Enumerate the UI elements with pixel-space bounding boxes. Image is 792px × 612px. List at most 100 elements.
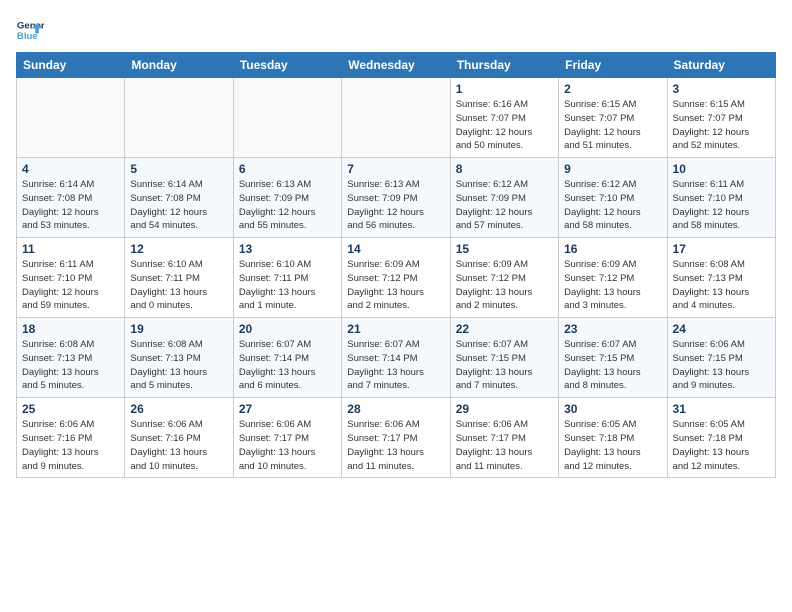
day-info: Sunrise: 6:13 AM Sunset: 7:09 PM Dayligh… bbox=[347, 178, 444, 233]
column-header-saturday: Saturday bbox=[667, 53, 775, 78]
calendar-cell: 10 Sunrise: 6:11 AM Sunset: 7:10 PM Dayli… bbox=[667, 158, 775, 238]
logo: General Blue bbox=[16, 16, 48, 44]
calendar-cell: 22 Sunrise: 6:07 AM Sunset: 7:15 PM Dayli… bbox=[450, 318, 558, 398]
day-number: 2 bbox=[564, 82, 661, 96]
day-number: 27 bbox=[239, 402, 336, 416]
calendar-cell: 15Sunrise: 6:09 AM Sunset: 7:12 PM Dayli… bbox=[450, 238, 558, 318]
day-info: Sunrise: 6:16 AM Sunset: 7:07 PM Dayligh… bbox=[456, 98, 553, 153]
day-info: Sunrise: 6:07 AM Sunset: 7:15 PM Dayligh… bbox=[564, 338, 661, 393]
page-header: General Blue bbox=[16, 16, 776, 44]
day-info: Sunrise: 6:10 AM Sunset: 7:11 PM Dayligh… bbox=[130, 258, 227, 313]
calendar-cell: 9Sunrise: 6:12 AM Sunset: 7:10 PM Daylig… bbox=[559, 158, 667, 238]
day-info: Sunrise: 6:06 AM Sunset: 7:15 PM Dayligh… bbox=[673, 338, 770, 393]
day-info: Sunrise: 6:07 AM Sunset: 7:15 PM Dayligh… bbox=[456, 338, 553, 393]
column-header-thursday: Thursday bbox=[450, 53, 558, 78]
calendar-cell: 11Sunrise: 6:11 AM Sunset: 7:10 PM Dayli… bbox=[17, 238, 125, 318]
calendar-cell bbox=[17, 78, 125, 158]
day-number: 4 bbox=[22, 162, 119, 176]
calendar-cell: 26 Sunrise: 6:06 AM Sunset: 7:16 PM Dayli… bbox=[125, 398, 233, 478]
day-info: Sunrise: 6:08 AM Sunset: 7:13 PM Dayligh… bbox=[130, 338, 227, 393]
day-info: Sunrise: 6:06 AM Sunset: 7:16 PM Dayligh… bbox=[130, 418, 227, 473]
day-info: Sunrise: 6:11 AM Sunset: 7:10 PM Dayligh… bbox=[673, 178, 770, 233]
calendar: SundayMondayTuesdayWednesdayThursdayFrid… bbox=[16, 52, 776, 478]
day-info: Sunrise: 6:09 AM Sunset: 7:12 PM Dayligh… bbox=[347, 258, 444, 313]
day-info: Sunrise: 6:07 AM Sunset: 7:14 PM Dayligh… bbox=[239, 338, 336, 393]
column-header-monday: Monday bbox=[125, 53, 233, 78]
calendar-cell: 4 Sunrise: 6:14 AM Sunset: 7:08 PM Daylig… bbox=[17, 158, 125, 238]
calendar-cell: 18 Sunrise: 6:08 AM Sunset: 7:13 PM Dayli… bbox=[17, 318, 125, 398]
day-number: 30 bbox=[564, 402, 661, 416]
calendar-cell: 1 Sunrise: 6:16 AM Sunset: 7:07 PM Daylig… bbox=[450, 78, 558, 158]
calendar-cell: 27 Sunrise: 6:06 AM Sunset: 7:17 PM Dayli… bbox=[233, 398, 341, 478]
calendar-cell: 13 Sunrise: 6:10 AM Sunset: 7:11 PM Dayli… bbox=[233, 238, 341, 318]
day-info: Sunrise: 6:05 AM Sunset: 7:18 PM Dayligh… bbox=[673, 418, 770, 473]
day-number: 26 bbox=[130, 402, 227, 416]
day-info: Sunrise: 6:05 AM Sunset: 7:18 PM Dayligh… bbox=[564, 418, 661, 473]
calendar-cell: 8Sunrise: 6:12 AM Sunset: 7:09 PM Daylig… bbox=[450, 158, 558, 238]
calendar-cell: 16 Sunrise: 6:09 AM Sunset: 7:12 PM Dayli… bbox=[559, 238, 667, 318]
day-number: 1 bbox=[456, 82, 553, 96]
day-number: 6 bbox=[239, 162, 336, 176]
calendar-cell: 25Sunrise: 6:06 AM Sunset: 7:16 PM Dayli… bbox=[17, 398, 125, 478]
day-number: 24 bbox=[673, 322, 770, 336]
day-info: Sunrise: 6:14 AM Sunset: 7:08 PM Dayligh… bbox=[22, 178, 119, 233]
calendar-cell: 7 Sunrise: 6:13 AM Sunset: 7:09 PM Daylig… bbox=[342, 158, 450, 238]
day-info: Sunrise: 6:06 AM Sunset: 7:16 PM Dayligh… bbox=[22, 418, 119, 473]
day-info: Sunrise: 6:08 AM Sunset: 7:13 PM Dayligh… bbox=[22, 338, 119, 393]
column-header-wednesday: Wednesday bbox=[342, 53, 450, 78]
day-number: 28 bbox=[347, 402, 444, 416]
day-number: 12 bbox=[130, 242, 227, 256]
calendar-cell: 14 Sunrise: 6:09 AM Sunset: 7:12 PM Dayli… bbox=[342, 238, 450, 318]
day-number: 29 bbox=[456, 402, 553, 416]
day-info: Sunrise: 6:13 AM Sunset: 7:09 PM Dayligh… bbox=[239, 178, 336, 233]
calendar-cell: 17 Sunrise: 6:08 AM Sunset: 7:13 PM Dayli… bbox=[667, 238, 775, 318]
calendar-cell bbox=[342, 78, 450, 158]
calendar-cell: 3Sunrise: 6:15 AM Sunset: 7:07 PM Daylig… bbox=[667, 78, 775, 158]
day-number: 13 bbox=[239, 242, 336, 256]
calendar-cell: 19 Sunrise: 6:08 AM Sunset: 7:13 PM Dayli… bbox=[125, 318, 233, 398]
svg-text:Blue: Blue bbox=[17, 31, 38, 42]
day-number: 16 bbox=[564, 242, 661, 256]
column-header-tuesday: Tuesday bbox=[233, 53, 341, 78]
day-info: Sunrise: 6:14 AM Sunset: 7:08 PM Dayligh… bbox=[130, 178, 227, 233]
calendar-week-4: 18 Sunrise: 6:08 AM Sunset: 7:13 PM Dayli… bbox=[17, 318, 776, 398]
day-info: Sunrise: 6:08 AM Sunset: 7:13 PM Dayligh… bbox=[673, 258, 770, 313]
day-number: 7 bbox=[347, 162, 444, 176]
day-info: Sunrise: 6:06 AM Sunset: 7:17 PM Dayligh… bbox=[347, 418, 444, 473]
day-number: 18 bbox=[22, 322, 119, 336]
calendar-cell: 23 Sunrise: 6:07 AM Sunset: 7:15 PM Dayli… bbox=[559, 318, 667, 398]
calendar-cell: 30 Sunrise: 6:05 AM Sunset: 7:18 PM Dayli… bbox=[559, 398, 667, 478]
day-info: Sunrise: 6:06 AM Sunset: 7:17 PM Dayligh… bbox=[239, 418, 336, 473]
day-info: Sunrise: 6:09 AM Sunset: 7:12 PM Dayligh… bbox=[564, 258, 661, 313]
logo-icon: General Blue bbox=[16, 16, 44, 44]
calendar-cell: 31 Sunrise: 6:05 AM Sunset: 7:18 PM Dayli… bbox=[667, 398, 775, 478]
day-info: Sunrise: 6:07 AM Sunset: 7:14 PM Dayligh… bbox=[347, 338, 444, 393]
calendar-cell: 29 Sunrise: 6:06 AM Sunset: 7:17 PM Dayli… bbox=[450, 398, 558, 478]
calendar-week-2: 4 Sunrise: 6:14 AM Sunset: 7:08 PM Daylig… bbox=[17, 158, 776, 238]
day-number: 19 bbox=[130, 322, 227, 336]
svg-text:General: General bbox=[17, 20, 44, 31]
day-number: 23 bbox=[564, 322, 661, 336]
calendar-cell: 2 Sunrise: 6:15 AM Sunset: 7:07 PM Daylig… bbox=[559, 78, 667, 158]
header-row: SundayMondayTuesdayWednesdayThursdayFrid… bbox=[17, 53, 776, 78]
calendar-week-3: 11Sunrise: 6:11 AM Sunset: 7:10 PM Dayli… bbox=[17, 238, 776, 318]
day-info: Sunrise: 6:06 AM Sunset: 7:17 PM Dayligh… bbox=[456, 418, 553, 473]
day-number: 31 bbox=[673, 402, 770, 416]
day-info: Sunrise: 6:11 AM Sunset: 7:10 PM Dayligh… bbox=[22, 258, 119, 313]
column-header-sunday: Sunday bbox=[17, 53, 125, 78]
day-number: 21 bbox=[347, 322, 444, 336]
calendar-cell bbox=[233, 78, 341, 158]
day-info: Sunrise: 6:15 AM Sunset: 7:07 PM Dayligh… bbox=[564, 98, 661, 153]
day-number: 17 bbox=[673, 242, 770, 256]
column-header-friday: Friday bbox=[559, 53, 667, 78]
day-number: 20 bbox=[239, 322, 336, 336]
calendar-cell: 20 Sunrise: 6:07 AM Sunset: 7:14 PM Dayli… bbox=[233, 318, 341, 398]
day-number: 3 bbox=[673, 82, 770, 96]
day-number: 8 bbox=[456, 162, 553, 176]
day-info: Sunrise: 6:10 AM Sunset: 7:11 PM Dayligh… bbox=[239, 258, 336, 313]
day-number: 10 bbox=[673, 162, 770, 176]
calendar-cell: 21 Sunrise: 6:07 AM Sunset: 7:14 PM Dayli… bbox=[342, 318, 450, 398]
calendar-cell: 24 Sunrise: 6:06 AM Sunset: 7:15 PM Dayli… bbox=[667, 318, 775, 398]
day-number: 14 bbox=[347, 242, 444, 256]
day-number: 22 bbox=[456, 322, 553, 336]
